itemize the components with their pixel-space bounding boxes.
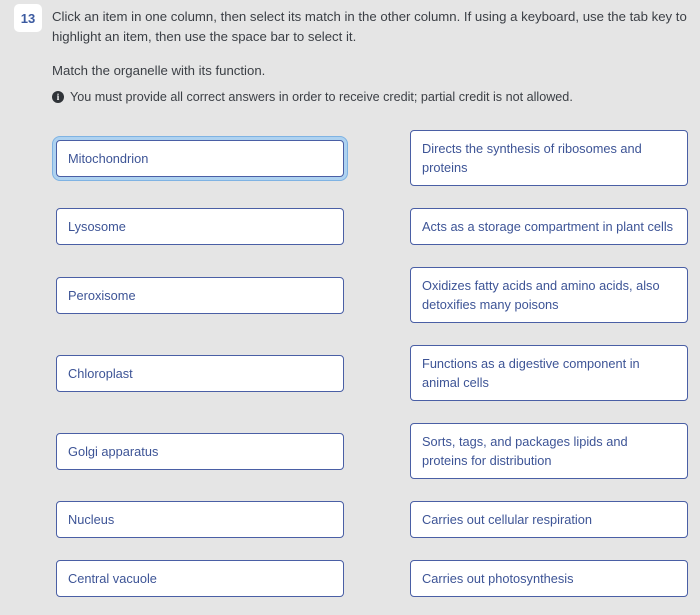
info-icon: i <box>52 91 64 103</box>
question-header: 13 Click an item in one column, then sel… <box>0 0 700 47</box>
column-gap <box>348 263 406 327</box>
left-column-cell: Mitochondrion <box>52 126 348 190</box>
column-gap <box>348 556 406 601</box>
organelle-option[interactable]: Chloroplast <box>52 351 348 396</box>
organelle-option-label: Golgi apparatus <box>56 432 344 470</box>
credit-note: i You must provide all correct answers i… <box>52 88 700 106</box>
function-option-label: Sorts, tags, and packages lipids and pro… <box>410 423 688 479</box>
organelle-option-label: Chloroplast <box>56 354 344 392</box>
function-option-label: Directs the synthesis of ribosomes and p… <box>410 130 688 186</box>
function-option[interactable]: Functions as a digestive component in an… <box>406 341 692 405</box>
left-column-cell: Chloroplast <box>52 341 348 405</box>
left-column-cell: Golgi apparatus <box>52 419 348 483</box>
organelle-option[interactable]: Central vacuole <box>52 556 348 601</box>
match-row: Central vacuole Carries out photosynthesi… <box>0 556 700 601</box>
left-column-cell: Lysosome <box>52 204 348 249</box>
column-gap <box>348 419 406 483</box>
credit-note-text: You must provide all correct answers in … <box>70 90 573 104</box>
question-instructions: Click an item in one column, then select… <box>52 9 687 44</box>
matching-grid: Mitochondrion Directs the synthesis of ri… <box>0 126 700 615</box>
function-option-label: Carries out photosynthesis <box>410 560 688 597</box>
organelle-option[interactable]: Mitochondrion <box>52 135 348 181</box>
match-row: Chloroplast Functions as a digestive comp… <box>0 341 700 405</box>
match-row: Lysosome Acts as a storage compartment in… <box>0 204 700 249</box>
function-option[interactable]: Oxidizes fatty acids and amino acids, al… <box>406 263 692 327</box>
left-column-cell: Nucleus <box>52 497 348 542</box>
organelle-option[interactable]: Peroxisome <box>52 273 348 318</box>
column-gap <box>348 204 406 249</box>
function-option[interactable]: Carries out cellular respiration <box>406 497 692 542</box>
match-row: Peroxisome Oxidizes fatty acids and amino… <box>0 263 700 327</box>
function-option[interactable]: Acts as a storage compartment in plant c… <box>406 204 692 249</box>
organelle-option-label: Mitochondrion <box>56 139 344 177</box>
organelle-option-label: Peroxisome <box>56 276 344 314</box>
column-gap <box>348 497 406 542</box>
function-option-label: Carries out cellular respiration <box>410 501 688 538</box>
right-column-cell: Acts as a storage compartment in plant c… <box>406 204 692 249</box>
question-number-badge: 13 <box>14 4 42 32</box>
right-column-cell: Carries out cellular respiration <box>406 497 692 542</box>
column-gap <box>348 126 406 190</box>
match-row: Golgi apparatus Sorts, tags, and packages… <box>0 419 700 483</box>
column-gap <box>348 341 406 405</box>
question-sub-prompt: Match the organelle with its function. <box>52 63 266 78</box>
right-column-cell: Carries out photosynthesis <box>406 556 692 601</box>
function-option[interactable]: Sorts, tags, and packages lipids and pro… <box>406 419 692 483</box>
function-option[interactable]: Directs the synthesis of ribosomes and p… <box>406 126 692 190</box>
organelle-option[interactable]: Nucleus <box>52 497 348 542</box>
organelle-option[interactable]: Golgi apparatus <box>52 429 348 474</box>
function-option-label: Oxidizes fatty acids and amino acids, al… <box>410 267 688 323</box>
organelle-option[interactable]: Lysosome <box>52 204 348 249</box>
organelle-option-label: Nucleus <box>56 501 344 538</box>
match-row: Nucleus Carries out cellular respiration <box>0 497 700 542</box>
matching-question: 13 Click an item in one column, then sel… <box>0 0 700 597</box>
match-row: Mitochondrion Directs the synthesis of ri… <box>0 126 700 190</box>
right-column-cell: Functions as a digestive component in an… <box>406 341 692 405</box>
organelle-option-label: Lysosome <box>56 208 344 245</box>
function-option[interactable]: Carries out photosynthesis <box>406 556 692 601</box>
left-column-cell: Peroxisome <box>52 263 348 327</box>
function-option-label: Acts as a storage compartment in plant c… <box>410 208 688 245</box>
right-column-cell: Directs the synthesis of ribosomes and p… <box>406 126 692 190</box>
organelle-option-label: Central vacuole <box>56 560 344 597</box>
left-column-cell: Central vacuole <box>52 556 348 601</box>
function-option-label: Functions as a digestive component in an… <box>410 345 688 401</box>
right-column-cell: Sorts, tags, and packages lipids and pro… <box>406 419 692 483</box>
right-column-cell: Oxidizes fatty acids and amino acids, al… <box>406 263 692 327</box>
